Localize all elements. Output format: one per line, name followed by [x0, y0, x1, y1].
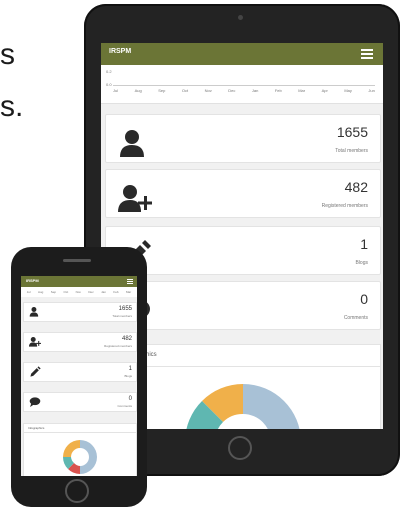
- background-text-1: s: [0, 38, 15, 71]
- tablet-camera: [238, 15, 243, 20]
- month-label: Sep: [158, 88, 166, 93]
- user-icon: [120, 130, 144, 157]
- stat-label: Blogs: [124, 374, 132, 378]
- stat-label: Comments: [343, 315, 368, 321]
- pencil-icon: [30, 366, 41, 377]
- stat-value: 1: [128, 366, 132, 372]
- user-icon: [29, 307, 39, 317]
- stat-value: 1655: [336, 124, 368, 140]
- tablet-home-button[interactable]: [228, 436, 252, 460]
- month-label: Jul: [26, 290, 31, 294]
- background-text-2: s.: [0, 90, 24, 123]
- infographics-panel: [23, 432, 137, 476]
- stat-card-blogs[interactable]: 1 Blogs: [23, 362, 137, 382]
- donut-slice-blue: [80, 440, 97, 457]
- brand-logo[interactable]: IRSPM: [26, 278, 39, 283]
- month-label: May: [344, 88, 352, 93]
- month-label: Jul: [113, 88, 119, 93]
- hamburger-menu-icon[interactable]: [361, 49, 373, 59]
- month-labels: Jul Aug Sep Oct Nov Dec Jan Feb Mar Apr …: [113, 88, 375, 93]
- month-label: Jan: [101, 290, 106, 294]
- stat-value: 1655: [118, 306, 132, 312]
- stat-card-comments[interactable]: 0 Comments: [23, 392, 137, 412]
- month-label: Aug: [134, 88, 142, 93]
- panel-title: Infographics: [28, 426, 45, 430]
- stat-card-total-members[interactable]: 1655 Total members: [23, 302, 137, 322]
- user-add-icon: [118, 185, 152, 212]
- donut-slice-orange: [63, 440, 80, 457]
- month-label: Mar: [298, 88, 306, 93]
- stat-label: Comments: [117, 404, 132, 408]
- month-label: Nov: [75, 290, 81, 294]
- month-label: Oct: [181, 88, 189, 93]
- phone-screen: IRSPM Jul Aug Sep Oct Nov Dec Jan Feb Ma…: [21, 276, 137, 476]
- month-label: Jun: [368, 88, 375, 93]
- month-label: Feb: [113, 290, 119, 294]
- stat-card-registered-members[interactable]: 482 Registered members: [105, 169, 381, 218]
- y-tick-label: 0.2: [106, 69, 112, 74]
- stat-label: Registered members: [321, 203, 368, 209]
- stat-label: Registered members: [104, 344, 132, 348]
- stat-value: 482: [121, 336, 132, 342]
- month-label: Feb: [274, 88, 282, 93]
- month-label: Sep: [50, 290, 57, 294]
- activity-chart: Jul Aug Sep Oct Nov Dec Jan Feb Mar: [21, 287, 137, 297]
- y-tick-label: 0.0: [106, 82, 112, 87]
- navbar: IRSPM: [101, 43, 383, 65]
- donut-slice-blue: [243, 384, 300, 429]
- stat-value: 482: [344, 179, 368, 195]
- stat-label: Blogs: [355, 260, 368, 266]
- activity-chart: 0.2 0.0 Jul Aug Sep Oct Nov Dec Jan Feb …: [101, 65, 383, 104]
- month-label: Jan: [251, 88, 259, 93]
- brand-logo[interactable]: IRSPM: [109, 48, 131, 55]
- phone-home-button[interactable]: [65, 479, 89, 503]
- month-label: Apr: [321, 88, 328, 93]
- donut-slice-blue-2: [80, 457, 97, 474]
- donut-chart: [186, 384, 300, 429]
- phone-speaker: [63, 259, 91, 262]
- stat-card-registered-members[interactable]: 482 Registered members: [23, 332, 137, 352]
- hamburger-menu-icon[interactable]: [127, 279, 133, 285]
- comment-icon: [29, 397, 41, 407]
- stat-value: 1: [360, 236, 368, 252]
- month-label: Dec: [88, 290, 94, 294]
- month-label: Oct: [63, 290, 69, 294]
- user-add-icon: [29, 337, 41, 347]
- x-axis: [113, 85, 375, 86]
- navbar: IRSPM: [21, 276, 137, 287]
- month-label: Mar: [125, 290, 132, 294]
- phone-device: IRSPM Jul Aug Sep Oct Nov Dec Jan Feb Ma…: [11, 247, 147, 507]
- stat-label: Total members: [335, 148, 368, 154]
- stat-value: 0: [128, 396, 132, 402]
- month-label: Dec: [228, 88, 236, 93]
- stat-label: Total members: [112, 314, 132, 318]
- month-label: Aug: [37, 290, 44, 294]
- stat-card-total-members[interactable]: 1655 Total members: [105, 114, 381, 163]
- donut-chart: [63, 440, 97, 474]
- stat-value: 0: [360, 291, 368, 307]
- month-label: Nov: [204, 88, 212, 93]
